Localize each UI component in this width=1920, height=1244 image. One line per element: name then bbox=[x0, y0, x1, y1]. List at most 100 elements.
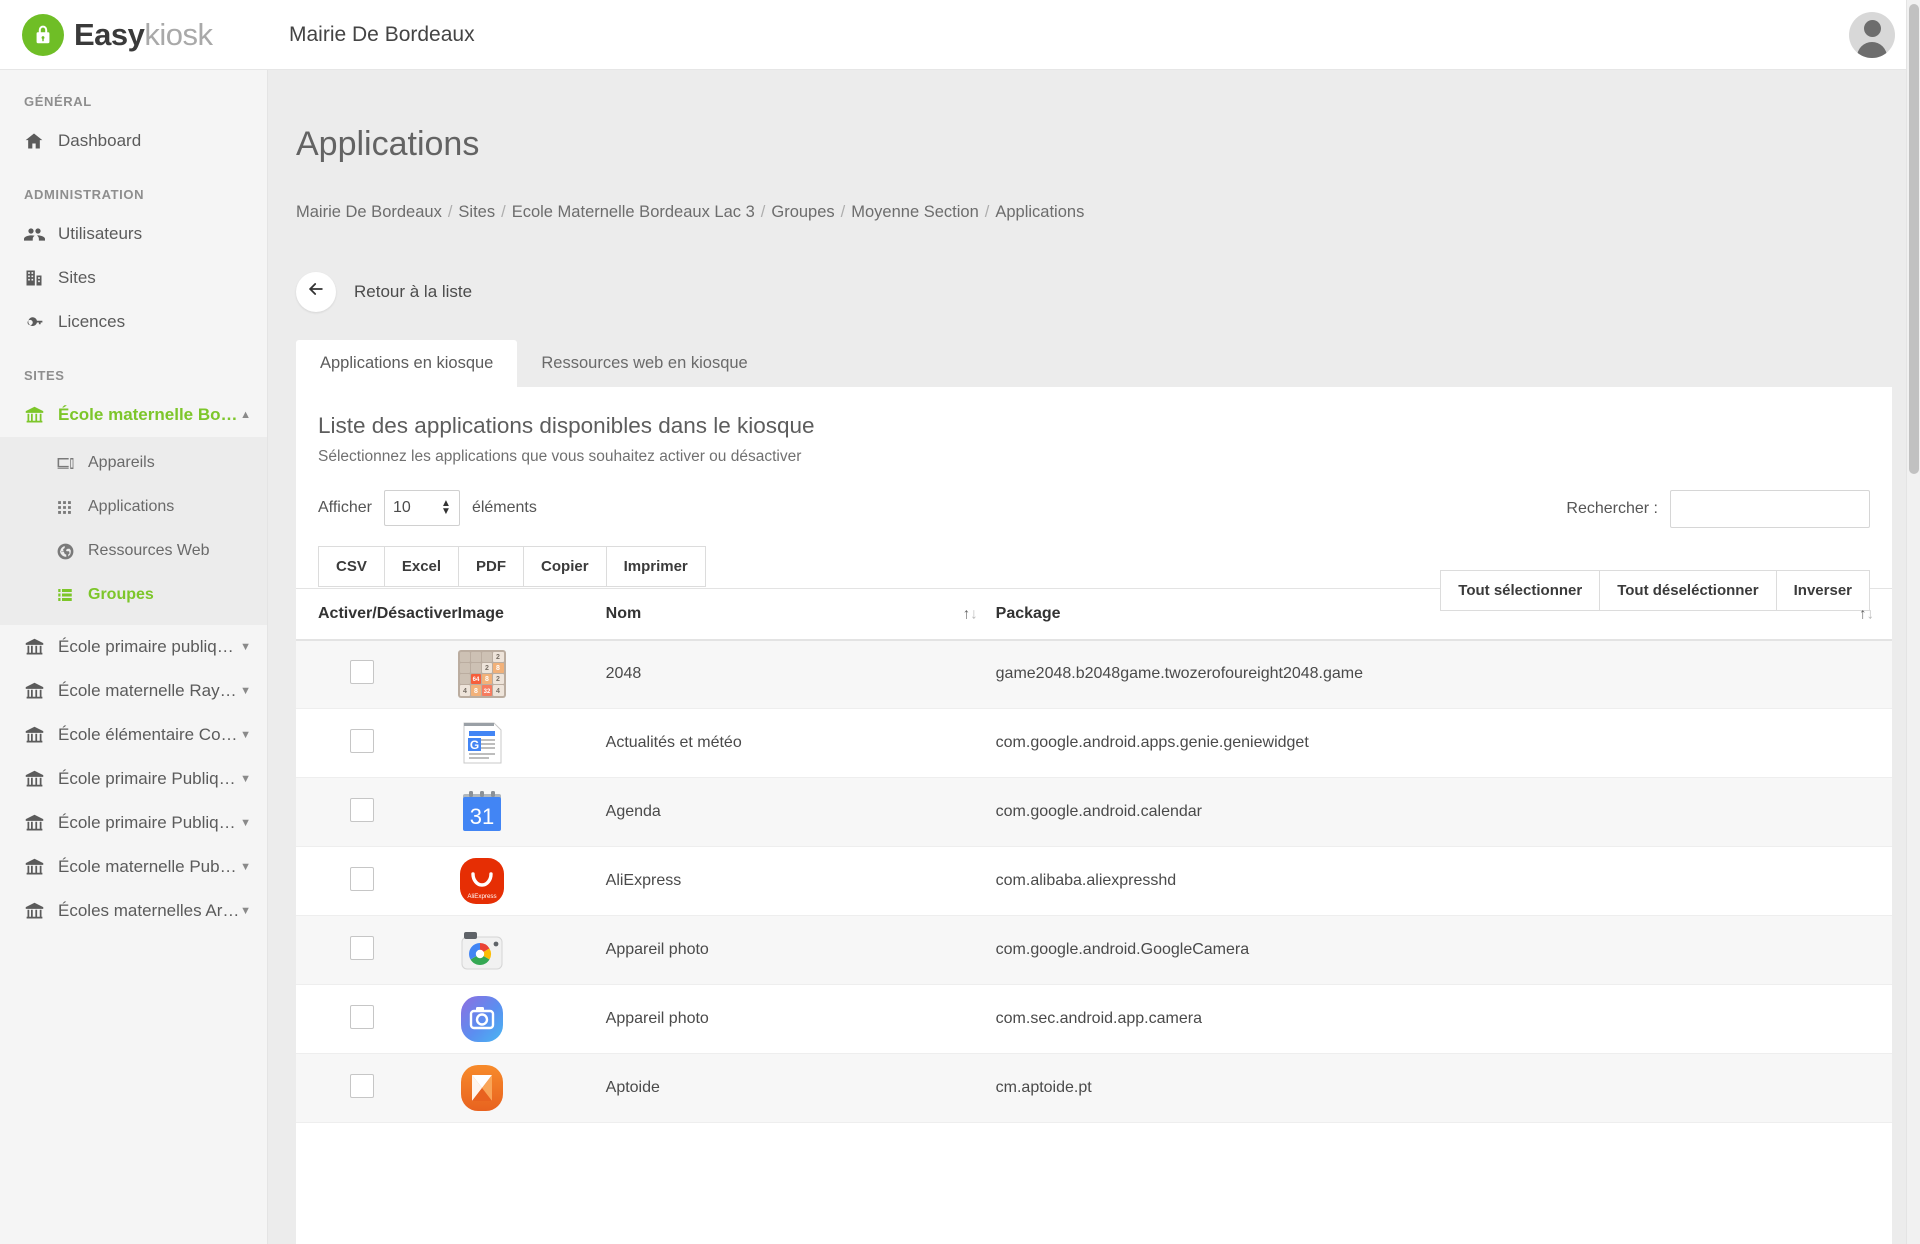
table-row[interactable]: G Actualités et météo com.google.android… bbox=[296, 708, 1892, 779]
cell-package: com.sec.android.app.camera bbox=[995, 984, 1892, 1055]
search-label: Rechercher : bbox=[1566, 499, 1658, 517]
bank-icon bbox=[24, 405, 58, 426]
breadcrumb-separator: / bbox=[447, 202, 453, 221]
cell-image: AliExpress bbox=[457, 846, 606, 917]
row-checkbox[interactable] bbox=[350, 935, 374, 960]
chevron-down-icon[interactable]: ▼ bbox=[240, 729, 251, 741]
sidebar-item-label: Utilisateurs bbox=[58, 224, 143, 243]
breadcrumb-separator: / bbox=[840, 202, 846, 221]
sidebar-item-active-site[interactable]: École maternelle Bord... ▲ bbox=[0, 393, 267, 437]
table-row[interactable]: 31 Agenda com.google.android.calendar bbox=[296, 777, 1892, 848]
chevron-up-icon[interactable]: ▲ bbox=[240, 409, 251, 421]
row-checkbox[interactable] bbox=[350, 866, 374, 891]
export-excel-button[interactable]: Excel bbox=[383, 545, 459, 587]
row-checkbox[interactable] bbox=[350, 659, 374, 684]
print-button[interactable]: Imprimer bbox=[605, 545, 706, 587]
breadcrumb-item-1[interactable]: Sites bbox=[458, 203, 495, 221]
table-row[interactable]: Appareil photo com.google.android.Google… bbox=[296, 915, 1892, 986]
sidebar-item-utilisateurs[interactable]: Utilisateurs bbox=[0, 212, 267, 256]
breadcrumb-item-4[interactable]: Moyenne Section bbox=[851, 203, 979, 221]
show-label: Afficher bbox=[318, 498, 372, 516]
cell-package: game2048.b2048game.twozerofoureight2048.… bbox=[995, 639, 1892, 710]
table-row[interactable]: Aptoide cm.aptoide.pt bbox=[296, 1053, 1892, 1124]
cell-image bbox=[457, 1053, 606, 1124]
svg-text:AliExpress: AliExpress bbox=[467, 893, 496, 900]
breadcrumb-item-2[interactable]: Ecole Maternelle Bordeaux Lac 3 bbox=[512, 203, 755, 221]
svg-text:2: 2 bbox=[496, 654, 500, 661]
back-label[interactable]: Retour à la liste bbox=[354, 282, 472, 302]
scrollbar-thumb[interactable] bbox=[1909, 4, 1919, 474]
cell-package: com.alibaba.aliexpresshd bbox=[995, 846, 1892, 917]
sidebar-site-1[interactable]: École maternelle Raym... ▼ bbox=[0, 669, 267, 713]
sidebar-item-label: Dashboard bbox=[58, 131, 142, 150]
copy-button[interactable]: Copier bbox=[523, 545, 606, 587]
tab-applications-en-kiosque[interactable]: Applications en kiosque bbox=[296, 339, 518, 387]
card-title: Liste des applications disponibles dans … bbox=[318, 412, 815, 438]
column-header-package[interactable]: Package ↑↓ bbox=[995, 587, 1892, 641]
chevron-down-icon[interactable]: ▼ bbox=[240, 773, 251, 785]
sidebar-item-sites[interactable]: Sites bbox=[0, 256, 267, 300]
breadcrumb-item-0[interactable]: Mairie De Bordeaux bbox=[296, 203, 442, 221]
back-button[interactable] bbox=[296, 271, 336, 312]
breadcrumb-item-5[interactable]: Applications bbox=[995, 203, 1084, 221]
svg-text:2: 2 bbox=[496, 676, 500, 683]
avatar-body bbox=[1857, 42, 1887, 58]
sidebar-site-5[interactable]: École maternelle Publi... ▼ bbox=[0, 845, 267, 889]
chevron-down-icon[interactable]: ▼ bbox=[240, 861, 251, 873]
cell-name: Appareil photo bbox=[605, 984, 996, 1055]
bank-icon bbox=[24, 681, 58, 702]
bank-icon bbox=[24, 901, 58, 922]
sidebar-item-ressources-web[interactable]: Ressources Web bbox=[0, 529, 267, 573]
page-size-value: 10 bbox=[392, 498, 411, 516]
column-header-activer-desactiver: Activer/Désactiver bbox=[296, 587, 458, 641]
row-checkbox[interactable] bbox=[350, 797, 374, 822]
sidebar-item-label: Appareils bbox=[88, 454, 155, 471]
cell-toggle bbox=[296, 708, 458, 779]
sort-icon-nom[interactable]: ↑↓ bbox=[963, 605, 978, 622]
brand-logo[interactable]: Easykiosk bbox=[0, 13, 268, 56]
column-header-nom[interactable]: Nom ↑↓ bbox=[605, 587, 996, 641]
avatar[interactable] bbox=[1849, 12, 1895, 58]
chevron-down-icon[interactable]: ▼ bbox=[240, 685, 251, 697]
sidebar-site-4[interactable]: École primaire Publiqu... ▼ bbox=[0, 801, 267, 845]
svg-text:31: 31 bbox=[469, 804, 493, 829]
sidebar-item-dashboard[interactable]: Dashboard bbox=[0, 119, 267, 163]
lock-icon bbox=[22, 13, 64, 56]
building-icon bbox=[24, 268, 58, 288]
svg-text:64: 64 bbox=[472, 677, 479, 683]
column-header-nom-label: Nom bbox=[605, 604, 642, 622]
bank-icon bbox=[24, 857, 58, 878]
sidebar-site-0[interactable]: École primaire publiqu... ▼ bbox=[0, 625, 267, 669]
sidebar-item-licences[interactable]: Licences bbox=[0, 300, 267, 344]
export-pdf-button[interactable]: PDF bbox=[458, 545, 524, 587]
sidebar-item-applications[interactable]: Applications bbox=[0, 485, 267, 529]
cell-package: com.google.android.apps.genie.geniewidge… bbox=[995, 708, 1892, 779]
row-checkbox[interactable] bbox=[350, 728, 374, 753]
search-input[interactable] bbox=[1670, 489, 1870, 528]
sidebar-item-groupes[interactable]: Groupes bbox=[0, 573, 267, 617]
table-row[interactable]: AliExpress AliExpress com.alibaba.aliexp… bbox=[296, 846, 1892, 917]
row-checkbox[interactable] bbox=[350, 1073, 374, 1098]
page-scrollbar[interactable] bbox=[1906, 0, 1920, 1244]
breadcrumb-item-3[interactable]: Groupes bbox=[771, 203, 834, 221]
globe-icon bbox=[56, 542, 88, 561]
chevron-down-icon[interactable]: ▼ bbox=[240, 641, 251, 653]
sidebar-item-label: École primaire Publiqu... bbox=[58, 769, 241, 788]
cell-image bbox=[457, 984, 606, 1055]
table-row[interactable]: Appareil photo com.sec.android.app.camer… bbox=[296, 984, 1892, 1055]
sort-icon-package[interactable]: ↑↓ bbox=[1859, 605, 1874, 622]
export-csv-button[interactable]: CSV bbox=[318, 545, 384, 587]
row-checkbox[interactable] bbox=[350, 1004, 374, 1029]
svg-text:2: 2 bbox=[485, 665, 489, 672]
sidebar-site-2[interactable]: École élémentaire Con... ▼ bbox=[0, 713, 267, 757]
page-size-select[interactable]: 10 ▲ ▼ bbox=[383, 489, 460, 526]
entries-label: éléments bbox=[471, 498, 537, 516]
chevron-down-icon[interactable]: ▼ bbox=[240, 817, 251, 829]
chevron-down-icon[interactable]: ▼ bbox=[240, 905, 251, 917]
tab-ressources-web-en-kiosque[interactable]: Ressources web en kiosque bbox=[517, 340, 771, 387]
sidebar-site-6[interactable]: Écoles maternelles Arg... ▼ bbox=[0, 889, 267, 933]
sidebar-site-3[interactable]: École primaire Publiqu... ▼ bbox=[0, 757, 267, 801]
card-header: Liste des applications disponibles dans … bbox=[296, 387, 1892, 466]
table-row[interactable]: 2 28 64 8 2 4 8 32 4 2048 game2048.b2048game.… bbox=[296, 639, 1892, 710]
sidebar-item-appareils[interactable]: Appareils bbox=[0, 441, 267, 485]
